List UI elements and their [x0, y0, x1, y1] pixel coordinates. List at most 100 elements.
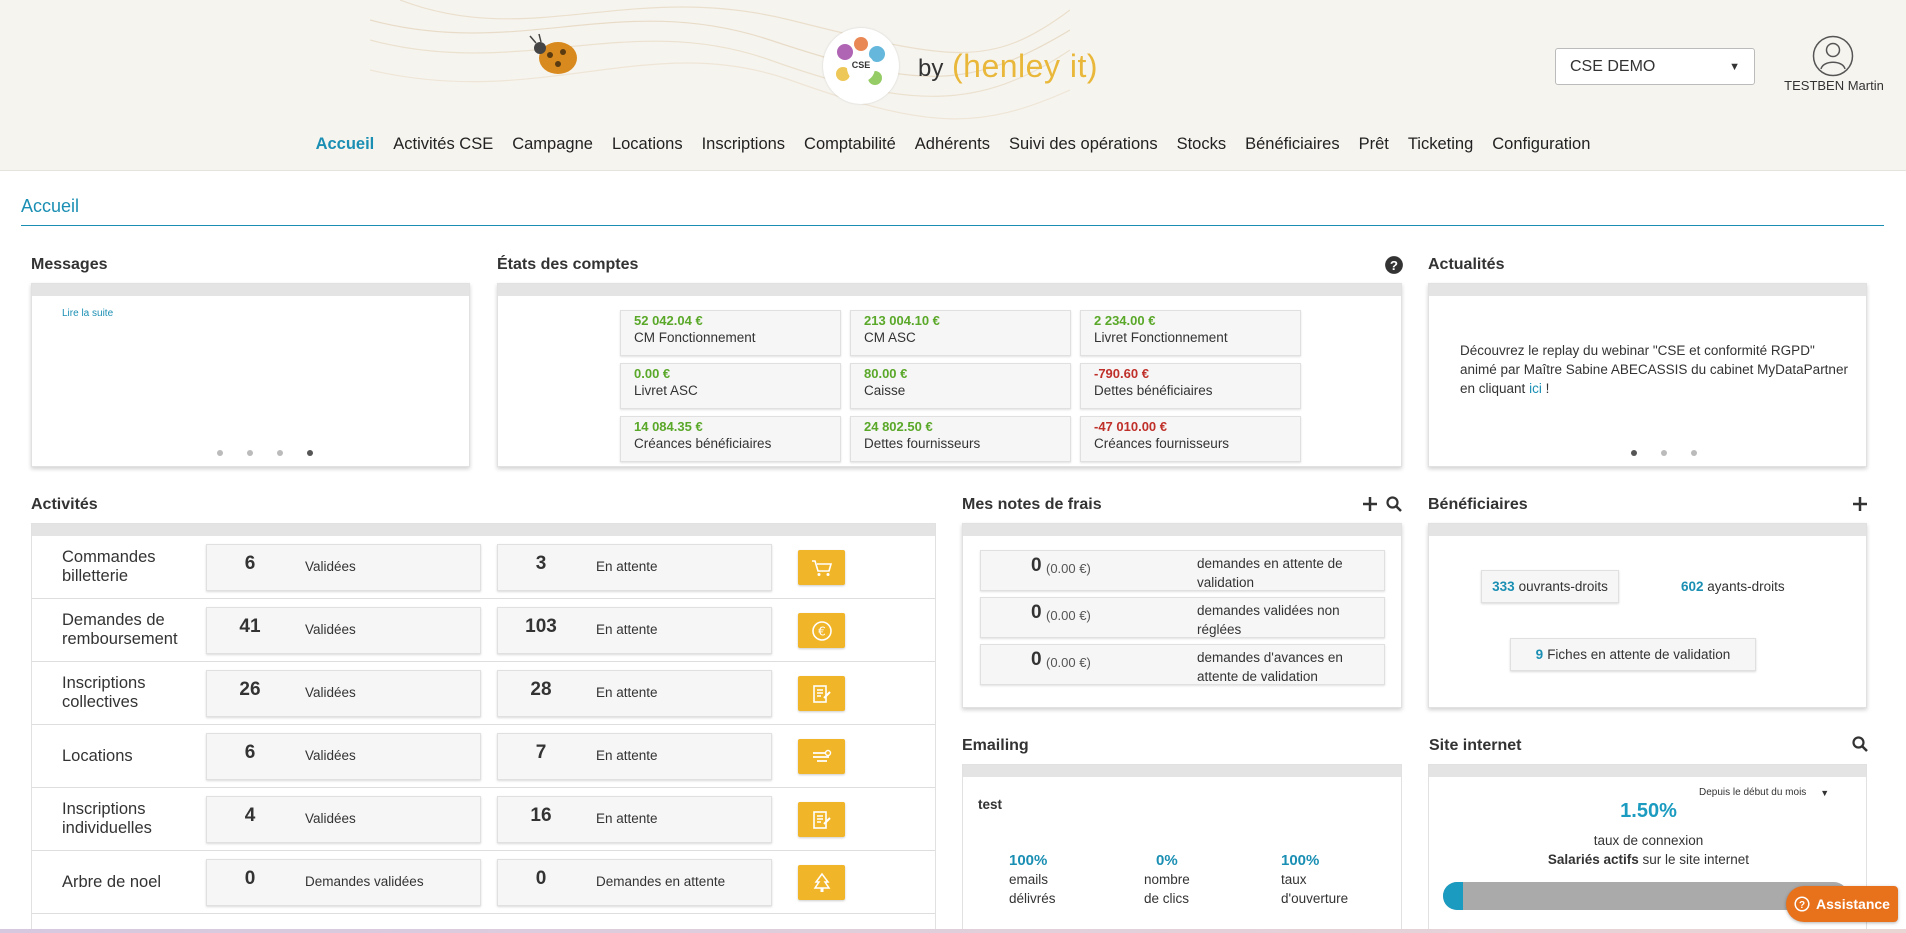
expense-description: demandes d'avances en attente de validat… [1197, 650, 1343, 684]
svg-text:?: ? [1799, 900, 1805, 911]
nav-stocks[interactable]: Stocks [1177, 135, 1227, 154]
pending-stat[interactable]: 28 En attente [497, 670, 772, 717]
nav-campagne[interactable]: Campagne [512, 135, 593, 154]
account-label: Créances fournisseurs [1094, 436, 1230, 451]
pending-stat[interactable]: 7 En attente [497, 733, 772, 780]
key-icon [811, 747, 833, 767]
pending-stat[interactable]: 0 Demandes en attente [497, 859, 772, 906]
expense-amount: (0.00 €) [1046, 608, 1091, 623]
emailing-card: test 100% emails délivrés 0% nombre de c… [962, 764, 1402, 933]
pending-stat[interactable]: 103 En attente [497, 607, 772, 654]
pending-stat[interactable]: 3 En attente [497, 544, 772, 591]
activity-row: Inscriptions collectives 26 Validées 28 En at… [32, 662, 935, 725]
account-tile[interactable]: -47 010.00 € Créances fournisseurs [1080, 416, 1301, 462]
carousel-dot[interactable] [1661, 450, 1667, 456]
beneficiaries-card: 333 ouvrants-droits 602 ayants-droits 9 Fi… [1428, 523, 1867, 708]
pending-files-button[interactable]: 9 Fiches en attente de validation [1510, 638, 1756, 671]
henley-brand: (henley it) [952, 48, 1098, 84]
connection-rate: 1.50% [1620, 800, 1677, 822]
assistance-button[interactable]: ? Assistance [1786, 886, 1898, 922]
carousel-dot[interactable] [277, 450, 283, 456]
nav-suivi-operations[interactable]: Suivi des opérations [1009, 135, 1158, 154]
period-select[interactable]: Depuis le début du mois ▼ [1699, 787, 1829, 798]
account-tile[interactable]: 2 234.00 € Livret Fonctionnement [1080, 310, 1301, 356]
expense-count: 0 [1031, 602, 1042, 623]
help-icon[interactable]: ? [1384, 255, 1404, 275]
holders-count[interactable]: 602 ayants-droits [1681, 579, 1785, 594]
expense-row[interactable]: 0 (0.00 €) demandes d'avances en attente d… [980, 644, 1385, 685]
validated-stat[interactable]: 0 Demandes validées [206, 859, 481, 906]
activity-label: Arbre de noel [62, 873, 162, 891]
carousel-dot[interactable] [217, 450, 223, 456]
carousel-dot[interactable] [1631, 450, 1637, 456]
page-title: Accueil [21, 196, 80, 216]
nav-configuration[interactable]: Configuration [1492, 135, 1590, 154]
user-avatar-icon[interactable] [1812, 35, 1854, 77]
emailing-title: Emailing [962, 737, 1029, 754]
user-name[interactable]: TESTBEN Martin [1760, 78, 1906, 93]
nav-pret[interactable]: Prêt [1359, 135, 1389, 154]
expense-amount: (0.00 €) [1046, 561, 1091, 576]
nav-locations[interactable]: Locations [612, 135, 683, 154]
cart-icon [811, 559, 833, 577]
app-header: CSE by (henley it) CSE DEMO ▼ TESTBEN Ma… [0, 0, 1906, 171]
tree-icon [812, 872, 832, 894]
carousel-dot[interactable] [1691, 450, 1697, 456]
openers-button[interactable]: 333 ouvrants-droits [1481, 570, 1619, 603]
activity-label: Commandes billetterie [62, 548, 156, 585]
carousel-dot[interactable] [307, 450, 313, 456]
nav-ticketing[interactable]: Ticketing [1408, 135, 1473, 154]
search-icon[interactable] [1385, 495, 1403, 513]
add-icon[interactable] [1851, 495, 1869, 513]
activity-row: Inscriptions individuelles 4 Validées 16 En a… [32, 788, 935, 851]
account-tile[interactable]: 80.00 € Caisse [850, 363, 1071, 409]
nav-accueil[interactable]: Accueil [316, 135, 375, 154]
validated-stat[interactable]: 41 Validées [206, 607, 481, 654]
account-tile[interactable]: 52 042.04 € CM Fonctionnement [620, 310, 841, 356]
expense-row[interactable]: 0 (0.00 €) demandes en attente de validati… [980, 550, 1385, 591]
activity-action-button[interactable] [798, 802, 845, 837]
account-amount: 80.00 € [864, 366, 908, 381]
form-icon [812, 810, 832, 830]
svg-text:?: ? [1390, 258, 1398, 273]
account-label: Caisse [864, 383, 906, 398]
account-tile[interactable]: 0.00 € Livret ASC [620, 363, 841, 409]
carousel-dot[interactable] [247, 450, 253, 456]
cse-logo[interactable]: CSE [823, 28, 899, 104]
nav-inscriptions[interactable]: Inscriptions [702, 135, 785, 154]
activity-action-button[interactable]: € [798, 613, 845, 648]
account-label: Dettes fournisseurs [864, 436, 981, 451]
read-more-link[interactable]: Lire la suite [62, 308, 113, 319]
add-icon[interactable] [1361, 495, 1379, 513]
validated-stat[interactable]: 26 Validées [206, 670, 481, 717]
company-select[interactable]: CSE DEMO ▼ [1555, 48, 1755, 85]
account-tile[interactable]: 14 084.35 € Créances bénéficiaires [620, 416, 841, 462]
account-amount: -790.60 € [1094, 366, 1149, 381]
activity-row: Locations 6 Validées 7 En attente [32, 725, 935, 788]
validated-stat[interactable]: 6 Validées [206, 544, 481, 591]
news-link[interactable]: ici [1529, 381, 1542, 396]
search-icon[interactable] [1851, 735, 1869, 753]
activity-label: Locations [62, 747, 133, 765]
expense-row[interactable]: 0 (0.00 €) demandes validées non réglées [980, 597, 1385, 638]
activity-action-button[interactable] [798, 739, 845, 774]
active-employees-label: Salariés actifs sur le site internet [1547, 852, 1750, 867]
pending-stat[interactable]: 16 En attente [497, 796, 772, 843]
account-tile[interactable]: 24 802.50 € Dettes fournisseurs [850, 416, 1071, 462]
company-select-value: CSE DEMO [1570, 57, 1656, 75]
activity-action-button[interactable] [798, 550, 845, 585]
account-tile[interactable]: 213 004.10 € CM ASC [850, 310, 1071, 356]
nav-comptabilite[interactable]: Comptabilité [804, 135, 896, 154]
activity-action-button[interactable] [798, 865, 845, 900]
campaign-name[interactable]: test [978, 797, 1002, 812]
activity-row: Commandes billetterie 6 Validées 3 En attente [32, 536, 935, 599]
news-card: Découvrez le replay du webinar "CSE et c… [1428, 283, 1867, 467]
nav-beneficiaires[interactable]: Bénéficiaires [1245, 135, 1339, 154]
validated-stat[interactable]: 4 Validées [206, 796, 481, 843]
nav-adherents[interactable]: Adhérents [915, 135, 990, 154]
account-amount: 14 084.35 € [634, 419, 703, 434]
account-tile[interactable]: -790.60 € Dettes bénéficiaires [1080, 363, 1301, 409]
activity-action-button[interactable] [798, 676, 845, 711]
nav-activites-cse[interactable]: Activités CSE [393, 135, 493, 154]
validated-stat[interactable]: 6 Validées [206, 733, 481, 780]
